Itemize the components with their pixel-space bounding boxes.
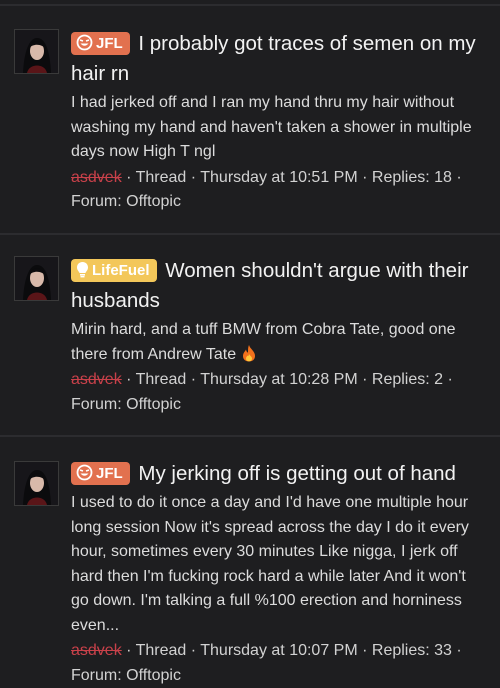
author-link[interactable]: asdvek [71,371,122,388]
lifefuel-prefix-badge[interactable]: LifeFuel [71,259,157,282]
thread-title[interactable]: JFL My jerking off is getting out of han… [71,459,486,489]
fire-emoji-icon [241,344,257,363]
crying-laughing-face-icon [76,464,93,488]
thread-meta: asdvek · Thread · Thursday at 10:07 PM ·… [71,639,486,688]
thread-snippet: I had jerked off and I ran my hand thru … [71,94,472,160]
thread-list: JFL I probably got traces of semen on my… [0,0,500,684]
badge-label: JFL [96,465,123,482]
avatar[interactable] [14,461,59,506]
lightbulb-icon [76,261,89,285]
crying-laughing-face-icon [76,34,93,58]
snippet-text: Mirin hard, and a tuff BMW from Cobra Ta… [71,321,456,363]
thread-title-text[interactable]: My jerking off is getting out of hand [138,462,456,485]
badge-label: LifeFuel [92,262,150,279]
thread-info: · Thread · Thursday at 10:28 PM · Replie… [121,371,453,388]
thread-meta: asdvek · Thread · Thursday at 10:28 PM ·… [71,368,486,417]
badge-label: JFL [96,35,123,52]
thread-title-text[interactable]: I probably got traces of semen on my hai… [71,32,476,85]
forum-link[interactable]: Forum: Offtopic [71,667,181,684]
author-link[interactable]: asdvek [71,169,122,186]
divider [0,435,500,437]
avatar[interactable] [14,29,59,74]
thread-info: · Thread · Thursday at 10:51 PM · Replie… [121,168,462,186]
thread-title[interactable]: JFL I probably got traces of semen on my… [71,29,486,89]
thread-title[interactable]: LifeFuel Women shouldn't argue with thei… [71,256,486,316]
thread-snippet: Mirin hard, and a tuff BMW from Cobra Ta… [71,318,486,367]
forum-link[interactable]: Forum: Offtopic [71,396,181,413]
forum-link[interactable]: Forum: Offtopic [71,193,181,210]
thread-meta: asdvek · Thread · Thursday at 10:51 PM ·… [71,166,486,215]
divider [0,233,500,235]
thread-info: · Thread · Thursday at 10:07 PM · Replie… [121,642,462,659]
jfl-prefix-badge[interactable]: JFL [71,462,130,485]
divider [0,4,500,6]
thread-snippet: I used to do it once a day and I'd have … [71,494,469,634]
jfl-prefix-badge[interactable]: JFL [71,32,130,55]
avatar[interactable] [14,256,59,301]
author-link[interactable]: asdvek [71,642,122,659]
